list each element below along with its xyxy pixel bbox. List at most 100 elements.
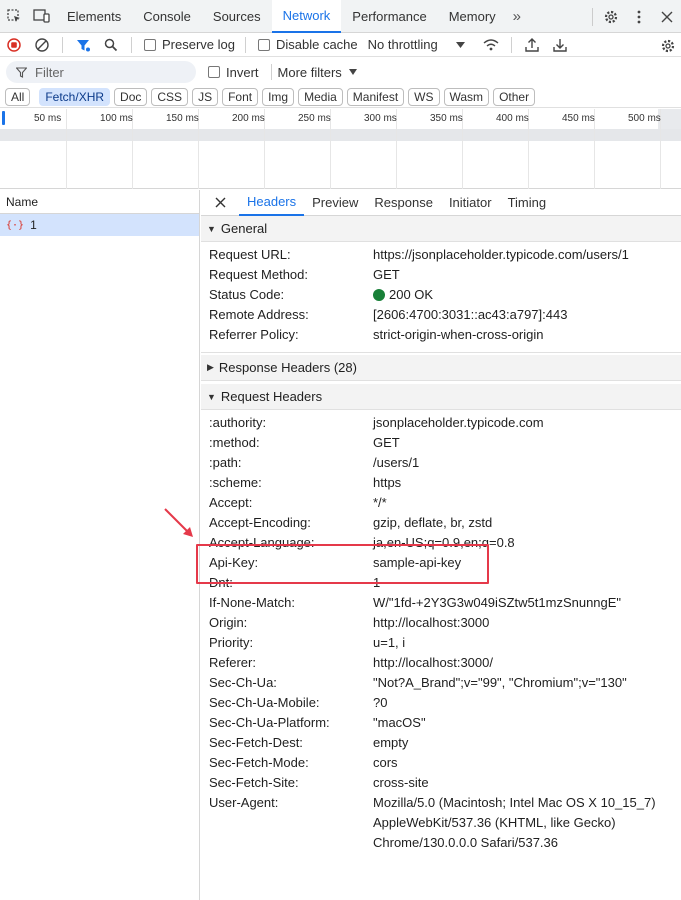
header-row[interactable]: Remote Address: [2606:4700:3031::ac43:a79… — [201, 305, 681, 325]
chip-media[interactable]: Media — [298, 87, 343, 106]
header-value: empty — [373, 735, 409, 750]
invert-checkbox[interactable]: Invert — [208, 65, 259, 80]
header-row[interactable]: Sec-Fetch-Site: cross-site — [201, 773, 681, 793]
chip-wasm[interactable]: Wasm — [443, 87, 490, 106]
search-icon[interactable] — [97, 33, 125, 57]
disable-cache-checkbox[interactable]: Disable cache — [257, 37, 358, 52]
header-row[interactable]: Accept-Encoding: gzip, deflate, br, zstd — [201, 513, 681, 533]
header-key: :authority: — [209, 415, 267, 430]
header-row[interactable]: AppleWebKit/537.36 (KHTML, like Gecko) — [201, 813, 681, 833]
header-key: Referer: — [209, 655, 256, 670]
throttling-select[interactable]: No throttling — [368, 37, 465, 52]
header-key: Remote Address: — [209, 307, 309, 322]
header-row[interactable]: Origin: http://localhost:3000 — [201, 613, 681, 633]
header-key: Sec-Fetch-Mode: — [209, 755, 309, 770]
tab-preview[interactable]: Preview — [304, 190, 366, 216]
tab-elements[interactable]: Elements — [56, 0, 132, 33]
chip-ws[interactable]: WS — [408, 87, 440, 106]
tab-console[interactable]: Console — [132, 0, 202, 33]
chip-css[interactable]: CSS — [151, 87, 189, 106]
column-header-name[interactable]: Name — [0, 190, 199, 214]
chevron-down-icon — [348, 69, 357, 75]
tab-network[interactable]: Network — [271, 0, 342, 33]
device-toolbar-icon[interactable] — [28, 0, 56, 33]
close-detail-icon[interactable] — [201, 190, 239, 216]
header-row[interactable]: Priority: u=1, i — [201, 633, 681, 653]
chip-img[interactable]: Img — [262, 87, 295, 106]
timeline-request-bar — [0, 129, 681, 141]
header-value: AppleWebKit/537.36 (KHTML, like Gecko) — [373, 815, 616, 830]
chip-doc[interactable]: Doc — [114, 87, 148, 106]
tab-memory[interactable]: Memory — [438, 0, 507, 33]
header-key: :scheme: — [209, 475, 262, 490]
settings-gear-icon[interactable] — [597, 0, 625, 33]
tab-headers[interactable]: Headers — [239, 190, 305, 216]
request-row[interactable]: {·} 1 — [0, 214, 199, 236]
header-value: */* — [373, 495, 387, 510]
chip-other[interactable]: Other — [493, 87, 536, 106]
clear-icon[interactable] — [28, 33, 56, 57]
header-row[interactable]: Sec-Ch-Ua-Platform: "macOS" — [201, 713, 681, 733]
timeline-start-handle[interactable] — [2, 111, 5, 125]
header-row[interactable]: Referer: http://localhost:3000/ — [201, 653, 681, 673]
preserve-log-checkbox[interactable]: Preserve log — [144, 37, 235, 52]
close-devtools-icon[interactable] — [653, 0, 681, 33]
header-row[interactable]: Referrer Policy: strict-origin-when-cross… — [201, 325, 681, 345]
filter-funnel-icon[interactable] — [69, 33, 97, 57]
header-row[interactable]: :path: /users/1 — [201, 453, 681, 473]
header-key: Priority: — [209, 635, 254, 650]
expanded-triangle-icon: ▼ — [207, 391, 216, 402]
timeline-overview[interactable]: 50 ms 100 ms 150 ms 200 ms 250 ms 300 ms 350 m… — [0, 109, 681, 189]
header-key: Request URL: — [209, 247, 291, 262]
header-value: http://localhost:3000 — [373, 615, 490, 630]
filter-input[interactable]: Filter — [6, 61, 196, 83]
resource-type-filters: All Fetch/XHR Doc CSS JS Font Img Media … — [0, 86, 681, 108]
import-har-icon[interactable] — [518, 33, 546, 57]
header-row[interactable]: :authority: jsonplaceholder.typicode.com — [201, 413, 681, 433]
inspect-element-icon[interactable] — [0, 0, 28, 33]
more-tabs-button[interactable]: » — [507, 8, 527, 25]
chip-manifest[interactable]: Manifest — [346, 87, 405, 106]
header-key: Accept-Encoding: — [209, 515, 311, 530]
header-row[interactable]: :scheme: https — [201, 473, 681, 493]
header-row[interactable]: If-None-Match: W/"1fd-+2Y3G3w049iSZtw5t1m… — [201, 593, 681, 613]
general-rows: Request URL: https://jsonplaceholder.typi… — [201, 242, 681, 345]
tab-performance[interactable]: Performance — [341, 0, 437, 33]
general-section-header[interactable]: ▼ General — [201, 216, 681, 242]
chip-js[interactable]: JS — [192, 87, 219, 106]
kebab-menu-icon[interactable] — [625, 0, 653, 33]
tab-sources[interactable]: Sources — [202, 0, 272, 33]
header-row[interactable]: Accept: */* — [201, 493, 681, 513]
tab-timing[interactable]: Timing — [500, 190, 555, 216]
chip-fetch-xhr[interactable]: Fetch/XHR — [39, 87, 111, 106]
header-row[interactable]: Sec-Ch-Ua: "Not?A_Brand";v="99", "Chromiu… — [201, 673, 681, 693]
header-key: Sec-Ch-Ua-Mobile: — [209, 695, 320, 710]
header-key: Origin: — [209, 615, 248, 630]
header-row[interactable]: Request Method: GET — [201, 265, 681, 285]
filter-icon — [16, 66, 27, 78]
chip-font[interactable]: Font — [222, 87, 259, 106]
export-har-icon[interactable] — [546, 33, 574, 57]
more-filters-dropdown[interactable]: More filters — [278, 65, 357, 80]
header-row[interactable]: Status Code: 200 OK — [201, 285, 681, 305]
header-row[interactable]: Chrome/130.0.0.0 Safari/537.36 — [201, 833, 681, 853]
header-row[interactable]: :method: GET — [201, 433, 681, 453]
header-row[interactable]: Sec-Fetch-Dest: empty — [201, 733, 681, 753]
header-row[interactable]: User-Agent: Mozilla/5.0 (Macintosh; Intel… — [201, 793, 681, 813]
tab-response[interactable]: Response — [366, 190, 441, 216]
header-row[interactable]: Request URL: https://jsonplaceholder.typi… — [201, 245, 681, 265]
request-headers-section-header[interactable]: ▼ Request Headers — [201, 384, 681, 410]
header-key: Sec-Fetch-Dest: — [209, 735, 303, 750]
chip-all[interactable]: All — [5, 87, 31, 106]
header-row[interactable]: Sec-Fetch-Mode: cors — [201, 753, 681, 773]
header-row[interactable]: Sec-Ch-Ua-Mobile: ?0 — [201, 693, 681, 713]
network-settings-gear-icon[interactable] — [660, 38, 676, 57]
tab-initiator[interactable]: Initiator — [441, 190, 500, 216]
response-headers-section-header[interactable]: ▶ Response Headers (28) — [201, 355, 681, 381]
devtools-tab-bar: Elements Console Sources Network Perform… — [0, 0, 681, 33]
network-toolbar: Preserve log Disable cache No throttling — [0, 33, 681, 57]
network-conditions-icon[interactable] — [477, 33, 505, 57]
status-code-text: 200 OK — [389, 287, 434, 302]
request-name: 1 — [30, 218, 37, 232]
stop-recording-icon[interactable] — [0, 33, 28, 57]
